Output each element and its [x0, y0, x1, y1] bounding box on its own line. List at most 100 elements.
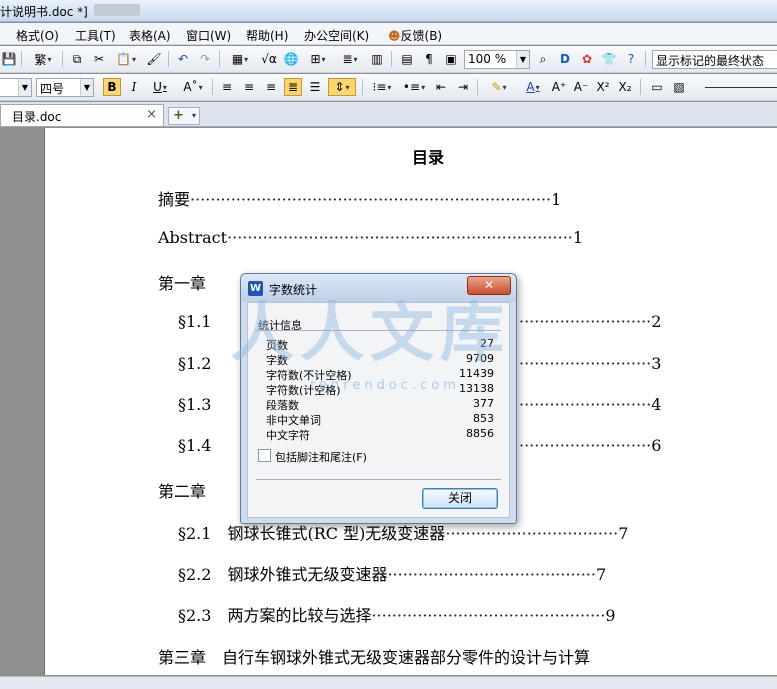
traditional-chinese-button[interactable]: 繁 [28, 50, 58, 68]
leader-dots: ·························· [519, 436, 652, 455]
borders-icon[interactable]: ▭ [648, 78, 666, 96]
new-tab-button[interactable]: + [168, 107, 200, 125]
toc-entry-tail: ··························4 [519, 395, 662, 414]
menu-table[interactable]: 表格(A) [129, 27, 171, 44]
formula-icon[interactable]: √α [258, 50, 280, 68]
dialog-title: 字数统计 [269, 283, 318, 297]
shrink-font-icon[interactable]: A⁻ [572, 78, 590, 96]
gift-icon[interactable]: ✿ [578, 50, 596, 68]
format-painter-icon[interactable]: 🖌 [145, 50, 163, 68]
window-title: 计说明书.doc *] [0, 5, 88, 19]
line-spacing-icon[interactable]: ⇕ [328, 78, 356, 96]
insert-table-icon[interactable]: ▦ [226, 50, 254, 68]
close-icon[interactable]: ✕ [467, 276, 511, 295]
leader-dots: ········································… [371, 606, 606, 625]
status-bar [0, 676, 777, 689]
bullets-icon[interactable]: •≡ [400, 78, 428, 96]
toc-entry: 摘要······································… [158, 190, 562, 209]
page-view-icon[interactable]: ▣ [442, 50, 460, 68]
highlight-icon[interactable]: ✎ [484, 78, 514, 96]
close-button[interactable]: 关闭 [422, 488, 498, 509]
separator [362, 79, 363, 95]
separator [219, 51, 220, 67]
justify-icon[interactable]: ≣ [284, 78, 302, 96]
leader-dots: ········································… [227, 228, 573, 247]
separator [212, 79, 213, 95]
close-icon[interactable]: × [146, 107, 157, 122]
help-icon[interactable]: ? [622, 50, 640, 68]
divider [256, 479, 501, 480]
stat-row: 字符数(不计空格) 11439 [266, 367, 494, 382]
table-grid-icon[interactable]: ⊞ [304, 50, 332, 68]
increase-indent-icon[interactable]: ⇥ [454, 78, 472, 96]
separator [21, 51, 22, 67]
chevron-down-icon: ▼ [516, 51, 529, 68]
tab-document[interactable]: 目录.doc × [0, 104, 164, 126]
toc-entry-tail: ··························2 [519, 312, 662, 331]
menu-office-space[interactable]: 办公空间(K) [304, 27, 369, 44]
distributed-icon[interactable]: ☰ [306, 78, 324, 96]
columns-icon[interactable]: ≣ [336, 50, 364, 68]
menu-format[interactable]: 格式(O) [16, 27, 59, 44]
word-count-dialog: W 字数统计 ✕ 统计信息 页数 27 字数 9709 字符数(不计空格) 11439… [240, 273, 517, 524]
italic-button[interactable]: I [125, 78, 143, 96]
font-effects-icon[interactable]: A˚ [178, 78, 208, 96]
title-redacted [94, 4, 140, 16]
document-tab-strip: 目录.doc × + [0, 102, 777, 127]
underline-button[interactable]: U [147, 78, 173, 96]
menu-feedback[interactable]: ☻反馈(B) [388, 27, 442, 44]
leader-dots: ·························· [519, 395, 652, 414]
copy-icon[interactable]: ⧉ [68, 50, 86, 68]
align-center-icon[interactable]: ≡ [240, 78, 258, 96]
leader-dots: ·························· [519, 312, 652, 331]
chevron-down-icon: ▼ [18, 79, 31, 96]
align-right-icon[interactable]: ≡ [262, 78, 280, 96]
tab-label: 目录.doc [12, 110, 62, 124]
binoculars-icon[interactable]: ⌕ [534, 50, 552, 68]
save-as-icon[interactable]: 💾 [0, 50, 18, 68]
toc-entry: 第三章 自行车钢球外锥式无级变速器部分零件的设计与计算 [158, 648, 591, 667]
hyperlink-icon[interactable]: 🌐 [282, 50, 300, 68]
font-size-select[interactable]: 四号 ▼ [36, 78, 94, 97]
dialog-titlebar: W 字数统计 ✕ [241, 274, 516, 302]
toc-entry: 第一章 [158, 274, 207, 293]
menu-help[interactable]: 帮助(H) [246, 27, 288, 44]
menu-tools[interactable]: 工具(T) [75, 27, 116, 44]
superscript-icon[interactable]: X² [594, 78, 612, 96]
font-color-icon[interactable]: A [518, 78, 548, 96]
decrease-indent-icon[interactable]: ⇤ [432, 78, 450, 96]
menu-window[interactable]: 窗口(W) [186, 27, 231, 44]
paste-icon[interactable]: 📋 [112, 50, 140, 68]
include-footnotes-label: 包括脚注和尾注(F) [275, 451, 367, 464]
shading-icon[interactable]: ▧ [670, 78, 688, 96]
subscript-icon[interactable]: X₂ [616, 78, 634, 96]
zoom-select[interactable]: 100 % ▼ [464, 50, 530, 69]
shirt-icon[interactable]: 👕 [600, 50, 618, 68]
d-app-icon[interactable]: D [556, 50, 574, 68]
undo-icon[interactable]: ↶ [174, 50, 192, 68]
toc-entry: §2.3 两方案的比较与选择··························… [178, 606, 616, 625]
toc-entry: §1.1 [178, 312, 212, 331]
markup-display-select[interactable]: 显示标记的最终状态 [652, 50, 777, 69]
cut-icon[interactable]: ✂ [90, 50, 108, 68]
standard-toolbar: 💾 繁 ⧉ ✂ 📋 🖌 ↶ ↷ ▦ √α 🌐 ⊞ ≣ ▥ ▤ ¶ ▣ 100 %… [0, 46, 777, 73]
dialog-body: 统计信息 页数 27 字数 9709 字符数(不计空格) 11439 字符数(计空格)… [247, 302, 510, 518]
grow-font-icon[interactable]: A⁺ [550, 78, 568, 96]
redo-icon[interactable]: ↷ [196, 50, 214, 68]
show-hide-icon[interactable]: ¶ [420, 50, 438, 68]
style-select[interactable]: ▼ [0, 78, 32, 97]
document-map-icon[interactable]: ▤ [398, 50, 416, 68]
bar-chart-icon[interactable]: ▥ [368, 50, 386, 68]
numbering-icon[interactable]: ⁝≡ [368, 78, 396, 96]
toc-entry: Abstract································… [158, 228, 584, 247]
formatting-toolbar: ▼ 四号▼ B I U A˚ ≡ ≡ ≡ ≣ ☰ ⇕ ⁝≡ •≡ ⇤ ⇥ ✎ A… [0, 74, 777, 101]
separator [168, 51, 169, 67]
toc-entry: §1.2 [178, 354, 212, 373]
title-bar: 计说明书.doc *] [0, 0, 777, 22]
include-footnotes-checkbox[interactable] [258, 449, 271, 462]
divider [256, 330, 501, 331]
border-line-style[interactable] [705, 87, 777, 88]
align-left-icon[interactable]: ≡ [218, 78, 236, 96]
bold-button[interactable]: B [103, 78, 121, 96]
leader-dots: ·························· [519, 354, 652, 373]
